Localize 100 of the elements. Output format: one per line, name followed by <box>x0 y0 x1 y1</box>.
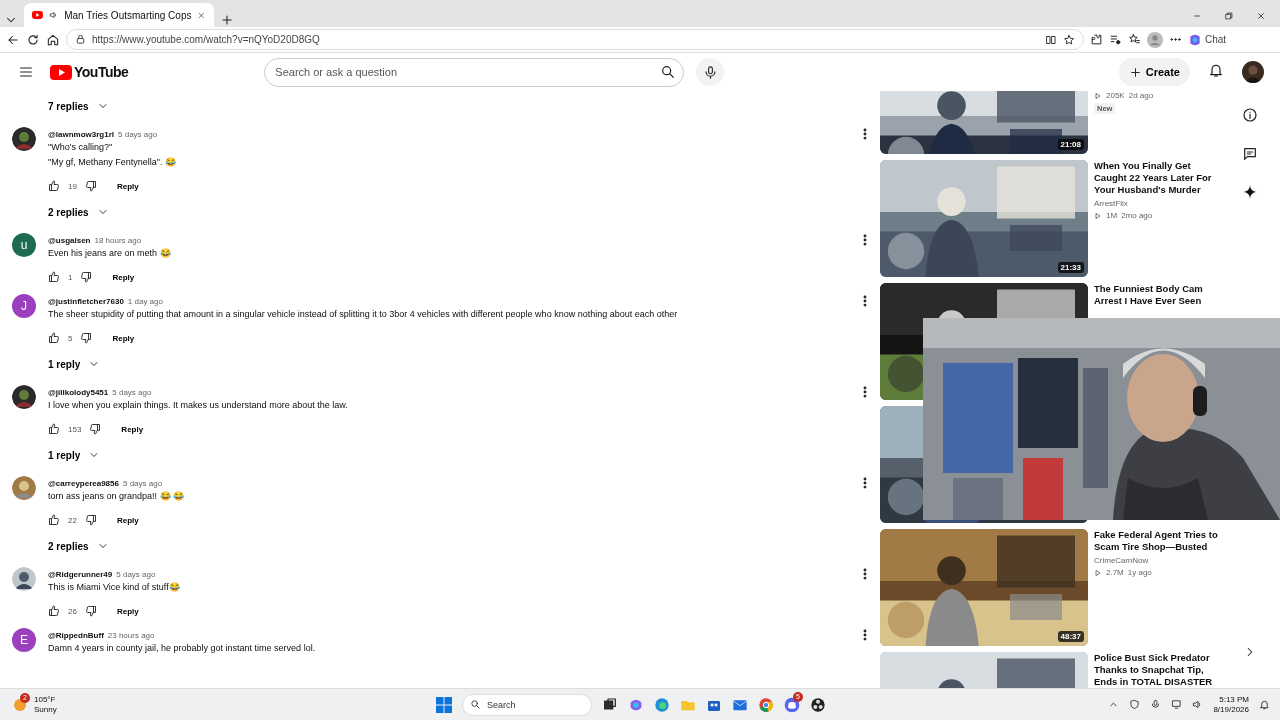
new-tab-icon[interactable] <box>220 13 234 27</box>
restore-icon[interactable] <box>1224 11 1234 21</box>
replies-toggle[interactable]: 1 reply <box>48 449 101 461</box>
play-icon <box>1094 91 1102 100</box>
profile-icon[interactable] <box>1147 31 1163 48</box>
like-icon[interactable] <box>48 605 60 617</box>
network-icon[interactable] <box>1171 699 1183 710</box>
like-count: 153 <box>68 424 82 434</box>
favorites-icon[interactable] <box>1128 33 1141 46</box>
reply-button[interactable]: Reply <box>116 606 139 616</box>
like-icon[interactable] <box>48 514 60 526</box>
avatar: u <box>12 233 36 257</box>
sparkle-icon[interactable] <box>1243 185 1257 199</box>
comment-text: "Who's calling?" <box>48 141 114 154</box>
channel-name[interactable]: ArrestFlix <box>1094 199 1128 208</box>
create-button[interactable]: Create <box>1118 58 1190 86</box>
comment-author[interactable]: @carreyperea9856 <box>48 479 119 488</box>
play-icon <box>1094 211 1102 220</box>
taskbar-search[interactable]: Search <box>462 693 592 716</box>
address-bar[interactable]: https://www.youtube.com/watch?v=nQYoD20D8GQ <box>66 29 1084 50</box>
comment-time: 5 days ago <box>122 479 163 488</box>
video-title[interactable]: Fake Federal Agent Tries to Scam Tire Shop—Busted <box>1094 529 1219 553</box>
task-view-icon[interactable] <box>602 696 618 713</box>
media-icon[interactable] <box>1109 33 1122 46</box>
reply-button[interactable]: Reply <box>121 424 144 434</box>
dislike-icon[interactable] <box>80 332 93 344</box>
video-title[interactable]: The Funniest Body Cam Arrest I Have Ever Seen <box>1094 283 1219 307</box>
like-icon[interactable] <box>48 271 60 283</box>
upload-age: 2mo ago <box>1121 211 1153 220</box>
temperature: 105°F <box>34 694 57 705</box>
chrome-icon[interactable] <box>758 696 774 713</box>
menu-icon[interactable] <box>18 64 34 80</box>
comment-text: This is Miami Vice kind of stuff😂 <box>48 581 181 594</box>
like-icon[interactable] <box>48 180 60 192</box>
start-icon[interactable] <box>436 696 452 713</box>
channel-name[interactable]: CrimeCamNow <box>1094 556 1149 565</box>
comment-time: 1 day ago <box>127 297 163 306</box>
view-count: 205K <box>1106 91 1125 100</box>
replies-toggle[interactable]: 7 replies <box>48 100 109 112</box>
close-icon[interactable] <box>1256 11 1266 21</box>
upload-age: 1y ago <box>1127 568 1152 577</box>
edge-icon[interactable] <box>654 696 670 713</box>
comment-time: 18 hours ago <box>94 236 142 245</box>
like-icon[interactable] <box>48 423 60 435</box>
like-count: 22 <box>68 515 77 525</box>
clock-time[interactable]: 5:13 PM <box>1219 694 1249 705</box>
like-count: 19 <box>68 181 77 191</box>
chat-button[interactable]: Chat <box>1188 32 1227 47</box>
view-count: 1M <box>1106 211 1118 220</box>
video-title[interactable]: Police Bust Sick Predator Thanks to Snapchat Tip, Ends in TOTAL DISASTER <box>1094 652 1219 688</box>
extensions-icon[interactable] <box>1090 33 1103 46</box>
speaker-icon[interactable] <box>48 9 59 21</box>
like-count: 5 <box>68 333 73 343</box>
reply-button[interactable]: Reply <box>112 333 135 343</box>
home-icon[interactable] <box>46 32 60 47</box>
bell-icon[interactable] <box>1259 699 1270 710</box>
search-field[interactable]: Search or ask a question <box>264 57 685 87</box>
comment-icon[interactable] <box>1242 146 1258 162</box>
dislike-icon[interactable] <box>80 271 93 283</box>
dislike-icon[interactable] <box>84 514 97 526</box>
reply-button[interactable]: Reply <box>112 272 135 282</box>
discord-icon[interactable] <box>784 696 800 713</box>
comment-text: Damn 4 years in county jail, he probably got instant time served lol. <box>48 642 317 655</box>
info-icon[interactable] <box>1242 107 1258 123</box>
comment-author[interactable]: @lawnmow3rg1rl <box>48 130 115 139</box>
like-icon[interactable] <box>48 332 60 344</box>
comment-author[interactable]: @Ridgerunner49 <box>48 570 113 579</box>
lock-icon <box>75 34 86 45</box>
view-count: 2.7M <box>1106 568 1124 577</box>
comment-author[interactable]: @justinfletcher7630 <box>48 297 124 306</box>
star-icon[interactable] <box>1063 33 1075 46</box>
browser-tab[interactable]: Man Tries Outsmarting Cops <box>24 3 214 27</box>
bell-icon[interactable] <box>1208 62 1224 78</box>
youtube-logo[interactable]: YouTube <box>50 64 129 80</box>
comment-author[interactable]: @usgalsen <box>48 236 91 245</box>
dislike-icon[interactable] <box>84 180 97 192</box>
plus-icon <box>1128 65 1142 79</box>
comment-author[interactable]: @RippednBuff <box>48 631 104 640</box>
comment-author[interactable]: @jillkolody5451 <box>48 388 109 397</box>
replies-toggle[interactable]: 1 reply <box>48 358 101 370</box>
dislike-icon[interactable] <box>89 423 102 435</box>
reply-button[interactable]: Reply <box>116 515 139 525</box>
reply-button[interactable]: Reply <box>116 181 139 191</box>
youtube-icon <box>32 10 43 20</box>
search-icon[interactable] <box>660 63 677 80</box>
comment-time: 23 hours ago <box>107 631 155 640</box>
avatar: J <box>12 294 36 318</box>
replies-toggle[interactable]: 2 replies <box>48 540 109 552</box>
clock-date[interactable]: 8/19/2026 <box>1213 704 1249 715</box>
comment-text: The sheer stupidity of putting that amount in a singular vehicle instead of splitting it to 3bor 4 vehicles with different people who know nothing about each other <box>48 308 679 321</box>
reading-view-icon[interactable] <box>1045 33 1057 46</box>
video-title[interactable]: When You Finally Get Caught 22 Years Later For Your Husband's Murder <box>1094 160 1219 196</box>
recorder-icon[interactable] <box>810 696 826 713</box>
replies-toggle[interactable]: 2 replies <box>48 206 109 218</box>
dislike-icon[interactable] <box>84 605 97 617</box>
shield-icon[interactable] <box>1129 699 1141 710</box>
microphone-icon[interactable] <box>1150 699 1162 710</box>
reload-icon[interactable] <box>26 32 40 47</box>
microphone-button[interactable] <box>696 58 725 86</box>
video-duration: 21:33 <box>1057 262 1084 273</box>
